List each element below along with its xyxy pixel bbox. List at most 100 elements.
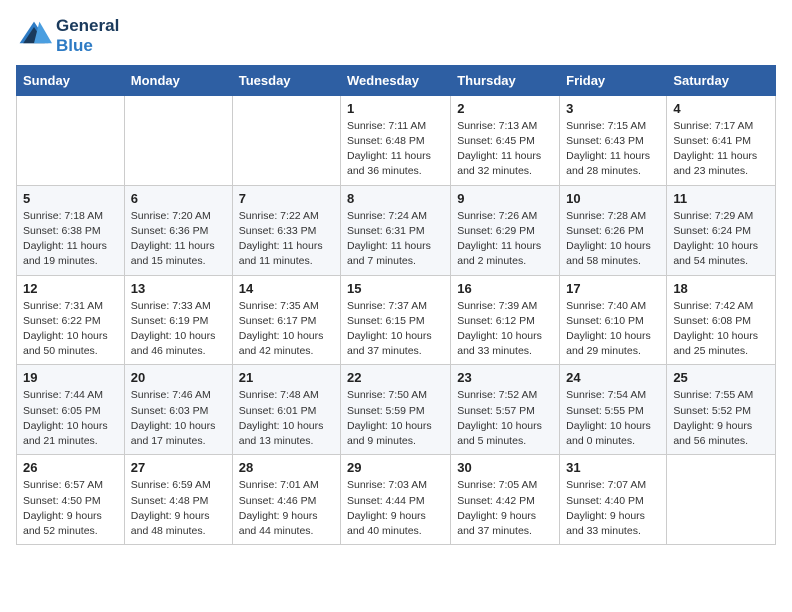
day-number: 2 [457, 101, 553, 116]
day-cell: 15Sunrise: 7:37 AM Sunset: 6:15 PM Dayli… [341, 275, 451, 365]
day-number: 14 [239, 281, 334, 296]
day-cell: 25Sunrise: 7:55 AM Sunset: 5:52 PM Dayli… [667, 365, 776, 455]
day-cell: 26 Sunrise: 6:57 AM Sunset: 4:50 PM Dayli… [17, 455, 125, 545]
day-cell: 5 Sunrise: 7:18 AM Sunset: 6:38 PM Daylig… [17, 185, 125, 275]
logo-icon [16, 18, 52, 54]
day-cell: 20 Sunrise: 7:46 AM Sunset: 6:03 PM Dayli… [124, 365, 232, 455]
day-info: Sunrise: 7:37 AM Sunset: 6:15 PM Dayligh… [347, 299, 444, 360]
day-number: 5 [23, 191, 118, 206]
day-info: Sunrise: 7:40 AM Sunset: 6:10 PM Dayligh… [566, 299, 660, 360]
header-row: SundayMondayTuesdayWednesdayThursdayFrid… [17, 65, 776, 95]
day-number: 4 [673, 101, 769, 116]
day-cell: 16 Sunrise: 7:39 AM Sunset: 6:12 PM Dayli… [451, 275, 560, 365]
logo-text: General Blue [56, 16, 119, 57]
header-saturday: Saturday [667, 65, 776, 95]
day-info: Sunrise: 7:52 AM Sunset: 5:57 PM Dayligh… [457, 388, 553, 449]
header-friday: Friday [560, 65, 667, 95]
header-tuesday: Tuesday [232, 65, 340, 95]
day-info: Sunrise: 7:03 AM Sunset: 4:44 PM Dayligh… [347, 478, 444, 539]
day-number: 28 [239, 460, 334, 475]
day-info: Sunrise: 7:44 AM Sunset: 6:05 PM Dayligh… [23, 388, 118, 449]
day-cell [667, 455, 776, 545]
day-number: 25 [673, 370, 769, 385]
header-wednesday: Wednesday [341, 65, 451, 95]
day-info: Sunrise: 7:46 AM Sunset: 6:03 PM Dayligh… [131, 388, 226, 449]
day-info: Sunrise: 7:22 AM Sunset: 6:33 PM Dayligh… [239, 209, 334, 270]
day-cell: 19 Sunrise: 7:44 AM Sunset: 6:05 PM Dayli… [17, 365, 125, 455]
day-info: Sunrise: 7:50 AM Sunset: 5:59 PM Dayligh… [347, 388, 444, 449]
day-info: Sunrise: 7:29 AM Sunset: 6:24 PM Dayligh… [673, 209, 769, 270]
day-info: Sunrise: 7:15 AM Sunset: 6:43 PM Dayligh… [566, 119, 660, 180]
day-cell: 31 Sunrise: 7:07 AM Sunset: 4:40 PM Dayli… [560, 455, 667, 545]
day-number: 11 [673, 191, 769, 206]
day-cell: 2 Sunrise: 7:13 AM Sunset: 6:45 PM Daylig… [451, 95, 560, 185]
day-cell: 18 Sunrise: 7:42 AM Sunset: 6:08 PM Dayli… [667, 275, 776, 365]
day-info: Sunrise: 7:42 AM Sunset: 6:08 PM Dayligh… [673, 299, 769, 360]
day-number: 1 [347, 101, 444, 116]
day-info: Sunrise: 7:07 AM Sunset: 4:40 PM Dayligh… [566, 478, 660, 539]
day-number: 18 [673, 281, 769, 296]
day-cell: 14Sunrise: 7:35 AM Sunset: 6:17 PM Dayli… [232, 275, 340, 365]
week-row-3: 12 Sunrise: 7:31 AM Sunset: 6:22 PM Dayli… [17, 275, 776, 365]
day-cell: 10Sunrise: 7:28 AM Sunset: 6:26 PM Dayli… [560, 185, 667, 275]
day-info: Sunrise: 7:26 AM Sunset: 6:29 PM Dayligh… [457, 209, 553, 270]
day-info: Sunrise: 7:39 AM Sunset: 6:12 PM Dayligh… [457, 299, 553, 360]
day-number: 8 [347, 191, 444, 206]
day-info: Sunrise: 7:54 AM Sunset: 5:55 PM Dayligh… [566, 388, 660, 449]
day-cell: 27 Sunrise: 6:59 AM Sunset: 4:48 PM Dayli… [124, 455, 232, 545]
day-info: Sunrise: 7:33 AM Sunset: 6:19 PM Dayligh… [131, 299, 226, 360]
week-row-4: 19 Sunrise: 7:44 AM Sunset: 6:05 PM Dayli… [17, 365, 776, 455]
page-header: General Blue [16, 16, 776, 57]
day-number: 13 [131, 281, 226, 296]
day-number: 7 [239, 191, 334, 206]
day-number: 26 [23, 460, 118, 475]
day-cell: 12 Sunrise: 7:31 AM Sunset: 6:22 PM Dayli… [17, 275, 125, 365]
day-info: Sunrise: 6:59 AM Sunset: 4:48 PM Dayligh… [131, 478, 226, 539]
day-number: 3 [566, 101, 660, 116]
day-cell: 1Sunrise: 7:11 AM Sunset: 6:48 PM Daylig… [341, 95, 451, 185]
day-info: Sunrise: 7:20 AM Sunset: 6:36 PM Dayligh… [131, 209, 226, 270]
day-info: Sunrise: 7:13 AM Sunset: 6:45 PM Dayligh… [457, 119, 553, 180]
day-cell: 28Sunrise: 7:01 AM Sunset: 4:46 PM Dayli… [232, 455, 340, 545]
day-number: 16 [457, 281, 553, 296]
day-number: 21 [239, 370, 334, 385]
day-number: 27 [131, 460, 226, 475]
day-cell: 7 Sunrise: 7:22 AM Sunset: 6:33 PM Daylig… [232, 185, 340, 275]
logo: General Blue [16, 16, 119, 57]
day-cell: 21 Sunrise: 7:48 AM Sunset: 6:01 PM Dayli… [232, 365, 340, 455]
week-row-1: 1Sunrise: 7:11 AM Sunset: 6:48 PM Daylig… [17, 95, 776, 185]
day-number: 30 [457, 460, 553, 475]
day-cell: 13 Sunrise: 7:33 AM Sunset: 6:19 PM Dayli… [124, 275, 232, 365]
day-cell: 9 Sunrise: 7:26 AM Sunset: 6:29 PM Daylig… [451, 185, 560, 275]
day-number: 22 [347, 370, 444, 385]
day-number: 6 [131, 191, 226, 206]
week-row-5: 26 Sunrise: 6:57 AM Sunset: 4:50 PM Dayli… [17, 455, 776, 545]
day-number: 10 [566, 191, 660, 206]
day-number: 20 [131, 370, 226, 385]
day-info: Sunrise: 7:18 AM Sunset: 6:38 PM Dayligh… [23, 209, 118, 270]
day-info: Sunrise: 7:48 AM Sunset: 6:01 PM Dayligh… [239, 388, 334, 449]
day-number: 19 [23, 370, 118, 385]
day-cell: 3 Sunrise: 7:15 AM Sunset: 6:43 PM Daylig… [560, 95, 667, 185]
day-info: Sunrise: 6:57 AM Sunset: 4:50 PM Dayligh… [23, 478, 118, 539]
day-cell: 24 Sunrise: 7:54 AM Sunset: 5:55 PM Dayli… [560, 365, 667, 455]
day-info: Sunrise: 7:05 AM Sunset: 4:42 PM Dayligh… [457, 478, 553, 539]
day-number: 24 [566, 370, 660, 385]
day-info: Sunrise: 7:24 AM Sunset: 6:31 PM Dayligh… [347, 209, 444, 270]
day-number: 17 [566, 281, 660, 296]
day-info: Sunrise: 7:31 AM Sunset: 6:22 PM Dayligh… [23, 299, 118, 360]
day-cell: 17 Sunrise: 7:40 AM Sunset: 6:10 PM Dayli… [560, 275, 667, 365]
week-row-2: 5 Sunrise: 7:18 AM Sunset: 6:38 PM Daylig… [17, 185, 776, 275]
header-thursday: Thursday [451, 65, 560, 95]
day-cell [17, 95, 125, 185]
day-cell: 8 Sunrise: 7:24 AM Sunset: 6:31 PM Daylig… [341, 185, 451, 275]
header-sunday: Sunday [17, 65, 125, 95]
day-number: 23 [457, 370, 553, 385]
calendar-table: SundayMondayTuesdayWednesdayThursdayFrid… [16, 65, 776, 545]
day-cell: 4Sunrise: 7:17 AM Sunset: 6:41 PM Daylig… [667, 95, 776, 185]
day-cell: 30 Sunrise: 7:05 AM Sunset: 4:42 PM Dayli… [451, 455, 560, 545]
day-number: 31 [566, 460, 660, 475]
day-number: 29 [347, 460, 444, 475]
day-number: 12 [23, 281, 118, 296]
day-number: 9 [457, 191, 553, 206]
